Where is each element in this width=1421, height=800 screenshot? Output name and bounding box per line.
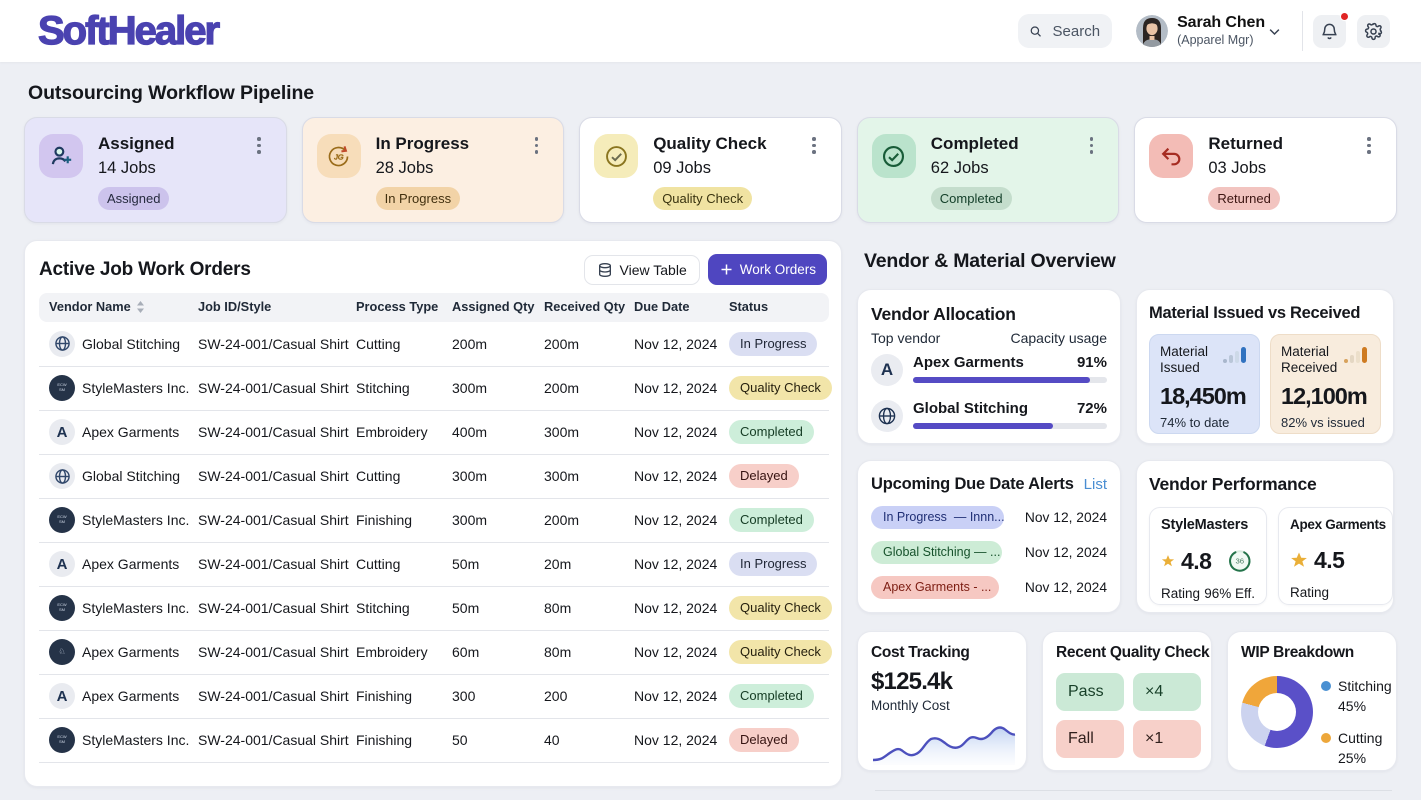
svg-text:36: 36	[1236, 557, 1245, 566]
svg-text:JG: JG	[333, 152, 344, 161]
